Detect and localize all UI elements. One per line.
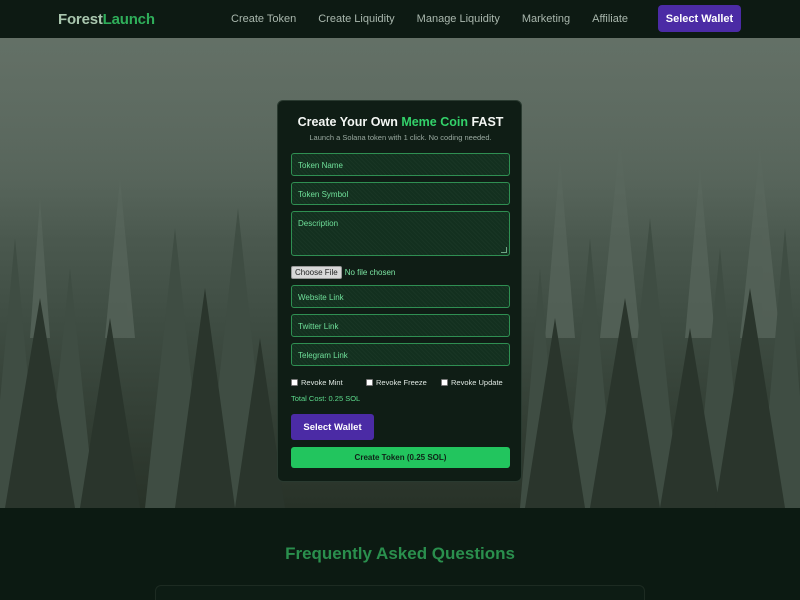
title-suffix: FAST xyxy=(468,115,504,129)
title-accent: Meme Coin xyxy=(401,115,468,129)
brand-logo[interactable]: ForestLaunch xyxy=(58,11,155,28)
file-upload: Choose File No file chosen xyxy=(291,266,395,279)
description-placeholder: Description xyxy=(298,219,339,228)
revoke-freeze-label: Revoke Freeze xyxy=(376,378,427,387)
token-name-input[interactable]: Token Name xyxy=(291,153,510,176)
select-wallet-button[interactable]: Select Wallet xyxy=(291,414,374,440)
twitter-link-input[interactable]: Twitter Link xyxy=(291,314,510,337)
title-prefix: Create Your Own xyxy=(297,115,402,129)
create-token-card: Create Your Own Meme Coin FAST Launch a … xyxy=(277,100,522,482)
revoke-freeze-checkbox[interactable]: Revoke Freeze xyxy=(366,378,441,387)
total-cost: Total Cost: 0.25 SOL xyxy=(291,394,361,403)
revoke-mint-label: Revoke Mint xyxy=(301,378,343,387)
description-textarea[interactable]: Description xyxy=(291,211,510,256)
nav-links: Create Token Create Liquidity Manage Liq… xyxy=(231,13,650,25)
nav-link-affiliate[interactable]: Affiliate xyxy=(592,13,628,25)
revoke-update-checkbox[interactable]: Revoke Update xyxy=(441,378,503,387)
revoke-update-label: Revoke Update xyxy=(451,378,503,387)
revoke-options: Revoke Mint Revoke Freeze Revoke Update xyxy=(291,378,503,387)
telegram-link-input[interactable]: Telegram Link xyxy=(291,343,510,366)
choose-file-button[interactable]: Choose File xyxy=(291,266,342,279)
card-title: Create Your Own Meme Coin FAST xyxy=(278,115,523,129)
nav-link-manage-liquidity[interactable]: Manage Liquidity xyxy=(417,13,500,25)
nav-link-create-token[interactable]: Create Token xyxy=(231,13,296,25)
resize-handle-icon[interactable] xyxy=(501,247,507,253)
faq-section: Frequently Asked Questions xyxy=(0,508,800,600)
navbar: ForestLaunch Create Token Create Liquidi… xyxy=(0,0,800,38)
checkbox-icon[interactable] xyxy=(441,379,448,386)
file-status: No file chosen xyxy=(344,268,396,277)
brand-part-1: Forest xyxy=(58,11,103,28)
create-token-button[interactable]: Create Token (0.25 SOL) xyxy=(291,447,510,468)
checkbox-icon[interactable] xyxy=(366,379,373,386)
brand-part-2: Launch xyxy=(102,11,155,28)
nav-link-create-liquidity[interactable]: Create Liquidity xyxy=(318,13,394,25)
card-subtitle: Launch a Solana token with 1 click. No c… xyxy=(309,133,492,142)
token-symbol-input[interactable]: Token Symbol xyxy=(291,182,510,205)
nav-link-marketing[interactable]: Marketing xyxy=(522,13,570,25)
revoke-mint-checkbox[interactable]: Revoke Mint xyxy=(291,378,366,387)
checkbox-icon[interactable] xyxy=(291,379,298,386)
website-link-input[interactable]: Website Link xyxy=(291,285,510,308)
faq-title: Frequently Asked Questions xyxy=(285,544,515,563)
nav-select-wallet-button[interactable]: Select Wallet xyxy=(658,5,741,32)
faq-item[interactable] xyxy=(155,585,645,600)
